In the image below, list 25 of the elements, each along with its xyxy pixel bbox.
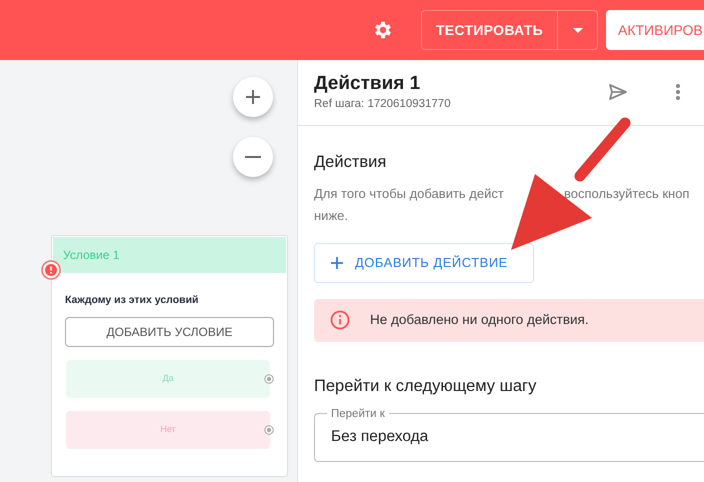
plus-icon <box>331 256 343 269</box>
condition-node[interactable]: Условие 1 Каждому из этих условий ДОБАВИТЬ УСЛОВИЕ Да Нет <box>51 235 288 477</box>
zoom-out-button[interactable] <box>233 137 273 177</box>
yes-output: Да <box>66 360 270 398</box>
add-action-button[interactable]: ДОБАВИТЬ ДЕЙСТВИЕ <box>314 242 534 283</box>
panel-title: Действия 1 <box>314 72 422 96</box>
hint-text: ниже. <box>314 206 349 225</box>
step-ref: Ref шага: 1720610931770 <box>314 97 452 112</box>
next-step-select[interactable]: Перейти к Без перехода <box>314 406 704 462</box>
plus-icon <box>245 89 261 105</box>
zoom-in-button[interactable] <box>233 77 273 117</box>
field-label: Перейти к <box>330 406 386 420</box>
add-condition-button[interactable]: ДОБАВИТЬ УСЛОВИЕ <box>65 316 274 347</box>
hint-text: воспользуйтесь кноп <box>564 184 690 203</box>
info-icon <box>330 310 350 330</box>
alert-text: Не добавлено ни одного действия. <box>370 311 589 330</box>
connector-pin-icon[interactable] <box>264 374 274 384</box>
section-heading: Действия <box>314 152 388 173</box>
no-output: Нет <box>66 410 270 449</box>
node-title: Условие 1 <box>53 237 286 273</box>
section-heading: Перейти к следующему шагу <box>314 376 538 397</box>
connector-pin-icon[interactable] <box>264 424 274 435</box>
minus-icon <box>245 156 261 158</box>
hint-text: Для того чтобы добавить дейст <box>314 184 505 203</box>
rule-label: Каждому из этих условий <box>65 293 200 308</box>
